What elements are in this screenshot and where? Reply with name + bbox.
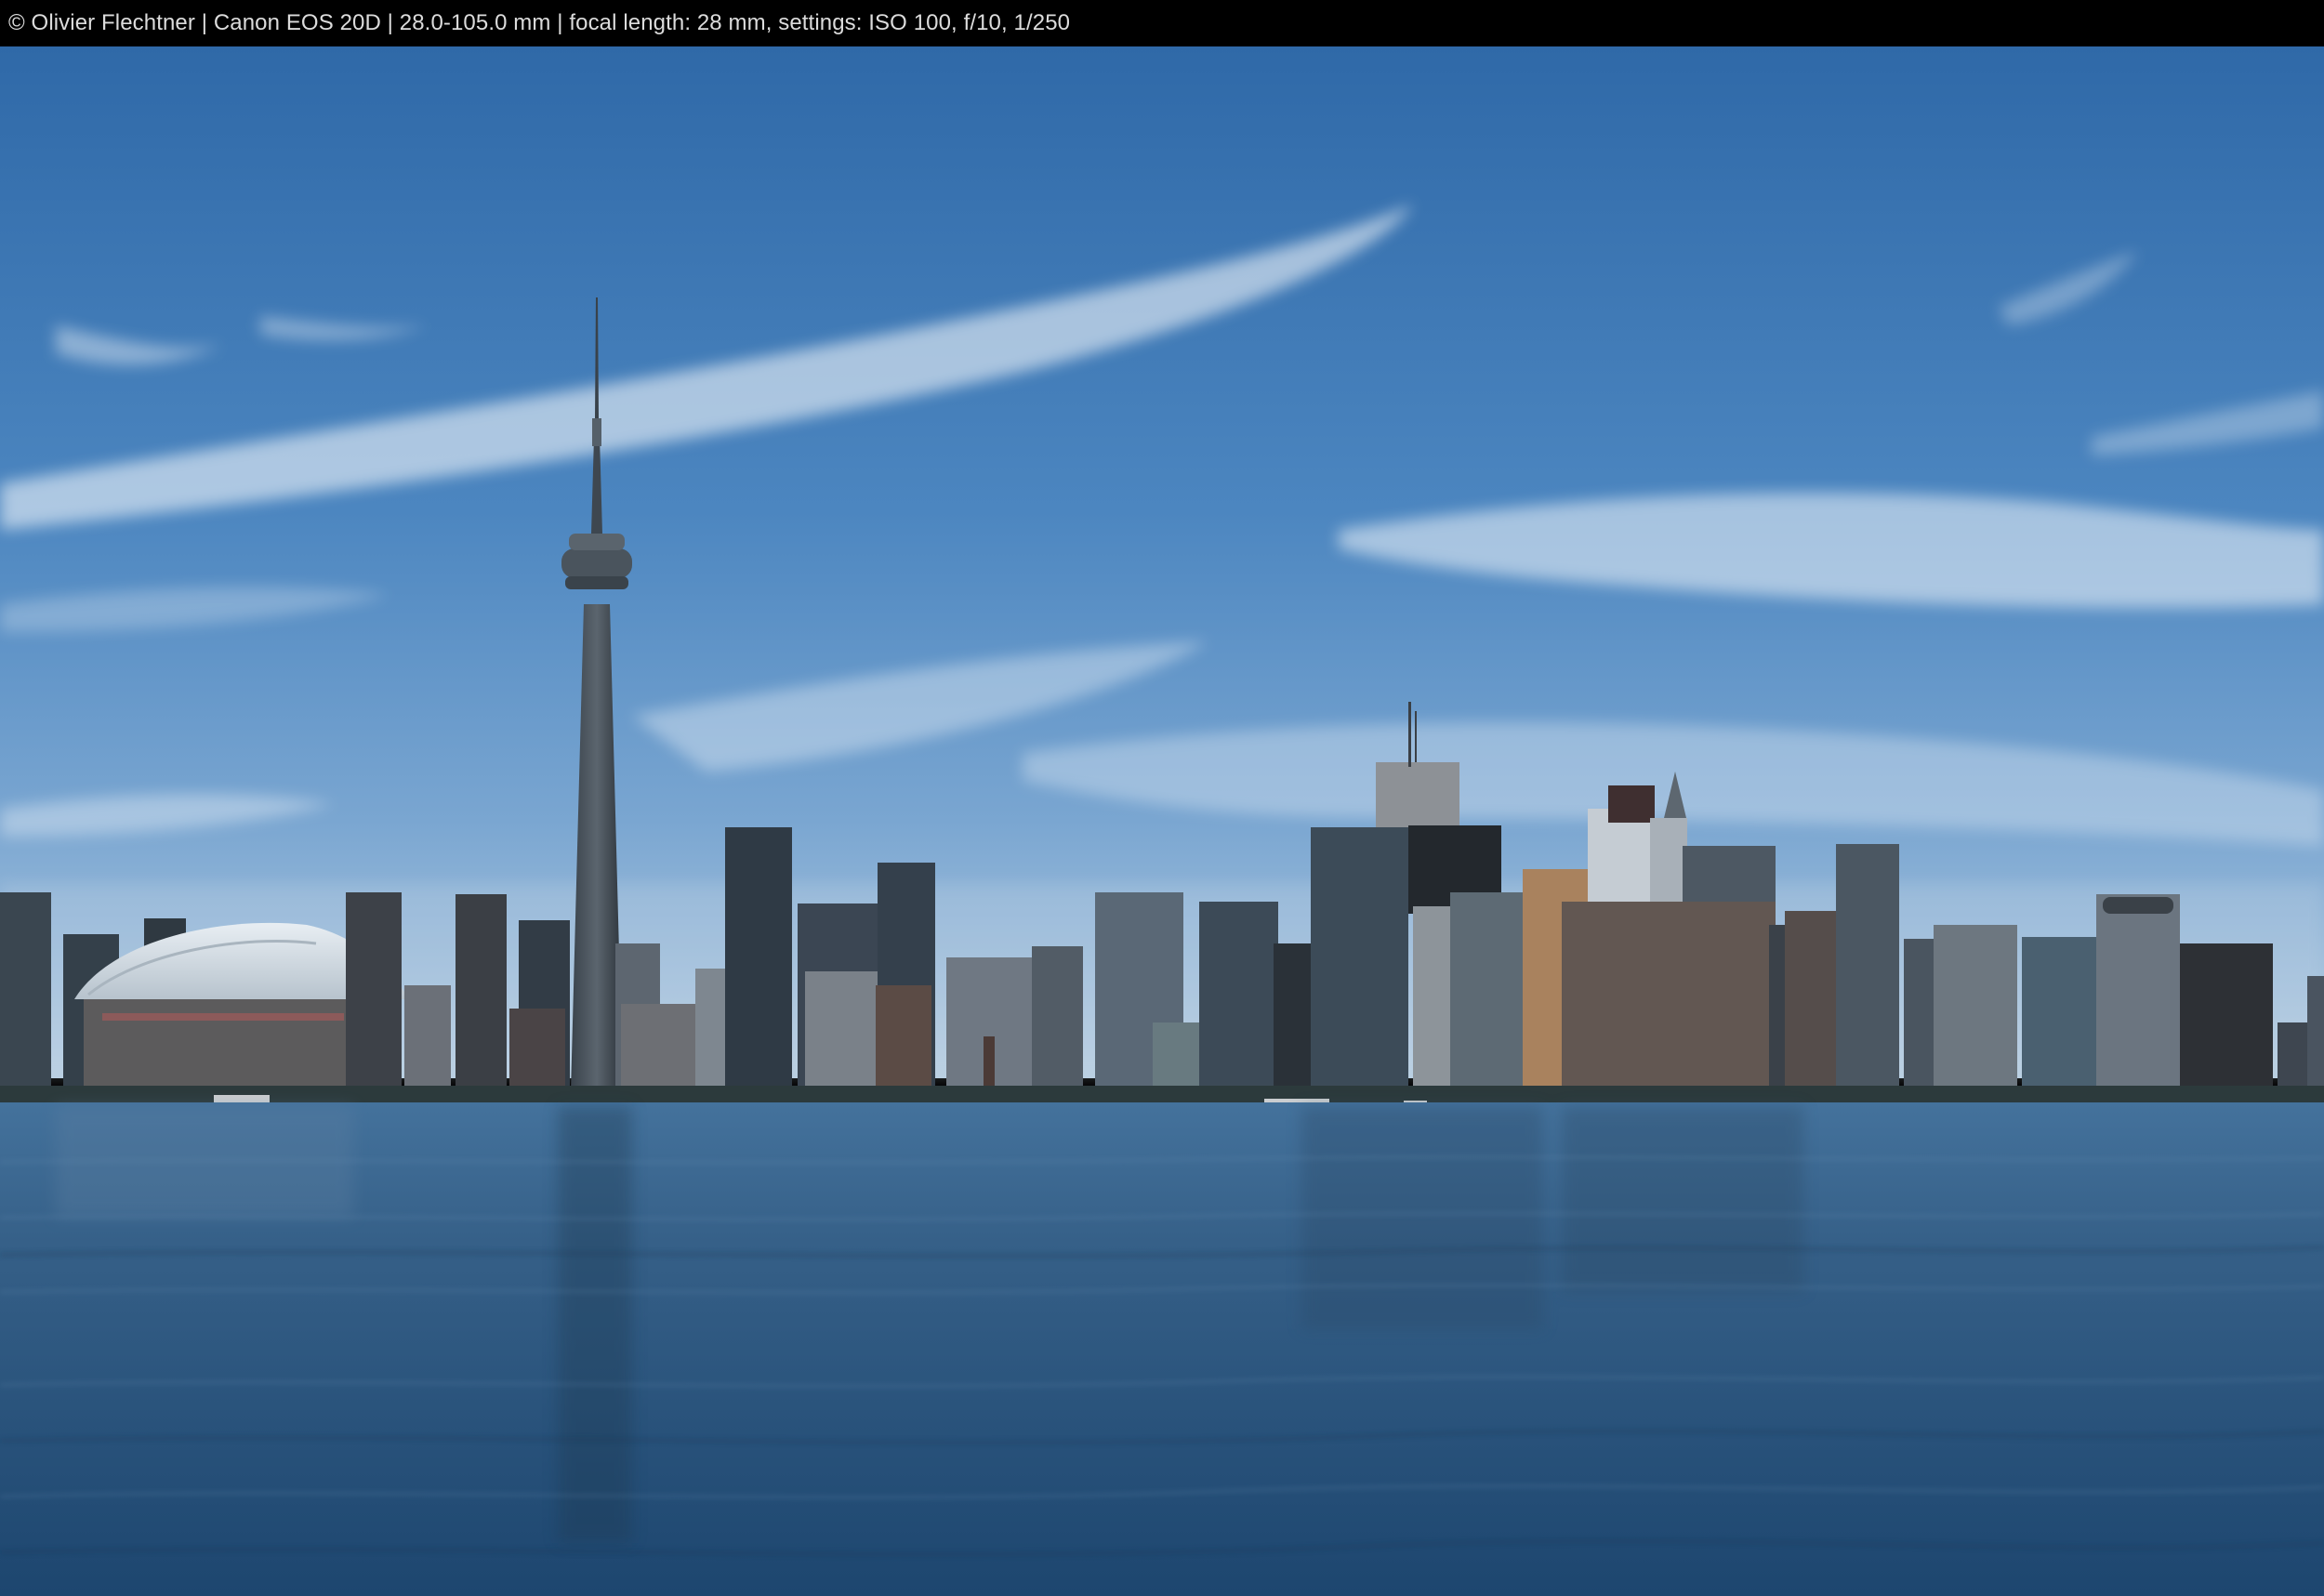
caption-bar: © Olivier Flechtner | Canon EOS 20D | 28… — [0, 0, 2324, 46]
skyline-photo — [0, 46, 2324, 1596]
photo-viewer: © Olivier Flechtner | Canon EOS 20D | 28… — [0, 0, 2324, 1596]
photo-caption: © Olivier Flechtner | Canon EOS 20D | 28… — [8, 10, 1071, 35]
shoreline — [0, 1086, 2324, 1102]
